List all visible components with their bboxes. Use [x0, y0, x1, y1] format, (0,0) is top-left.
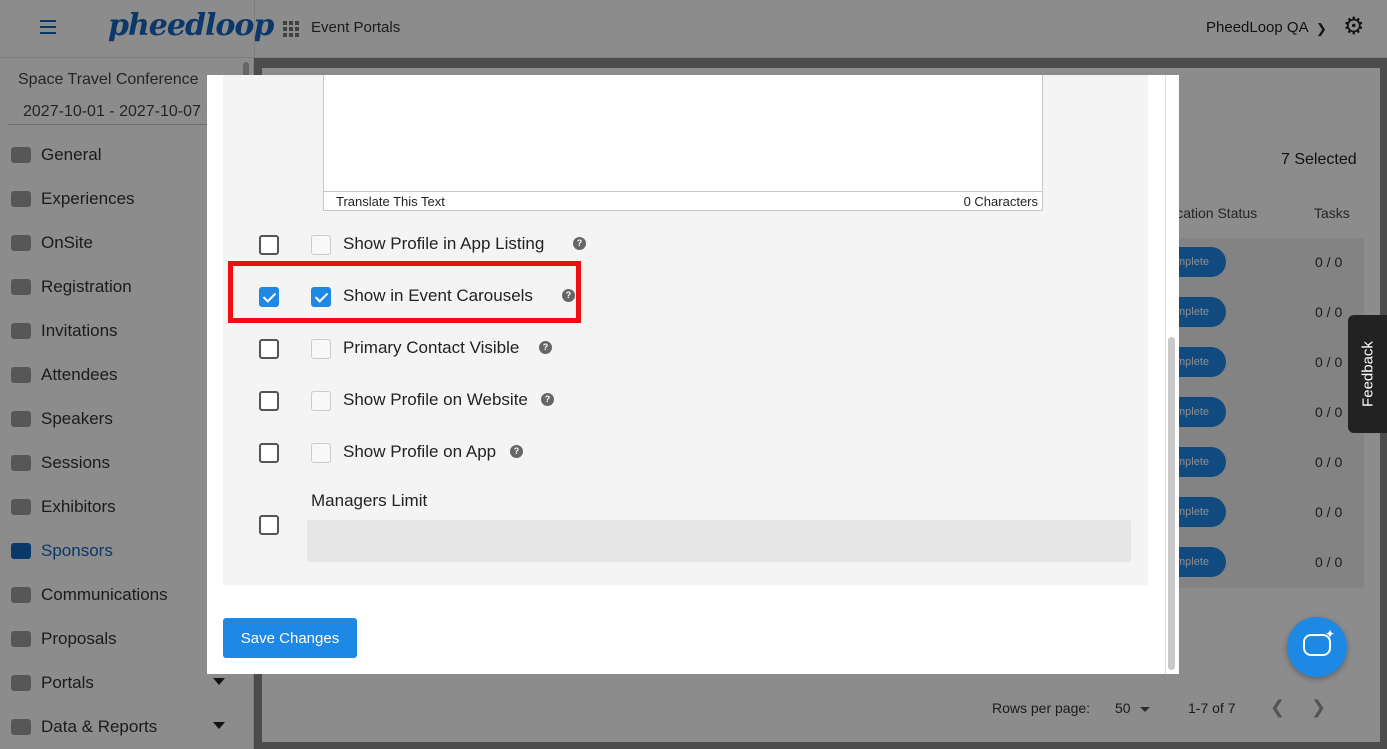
help-icon[interactable]: ?	[573, 237, 586, 250]
row-select-checkbox[interactable]	[259, 339, 279, 359]
save-changes-button[interactable]: Save Changes	[223, 618, 357, 658]
help-icon[interactable]: ?	[539, 341, 552, 354]
modal-scrollbar-thumb[interactable]	[1168, 337, 1175, 670]
managers-limit-input[interactable]	[307, 520, 1131, 562]
option-label: Primary Contact Visible	[343, 338, 520, 357]
option-checkbox[interactable]	[311, 391, 331, 411]
row-select-checkbox[interactable]	[259, 235, 279, 255]
sponsor-settings-modal: Translate This Text 0 Characters Show Pr…	[207, 75, 1179, 674]
character-count: 0 Characters	[963, 194, 1038, 209]
row-select-checkbox[interactable]	[259, 443, 279, 463]
option-checkbox[interactable]	[311, 339, 331, 359]
help-icon[interactable]: ?	[541, 393, 554, 406]
modal-form-panel: Translate This Text 0 Characters Show Pr…	[223, 75, 1148, 585]
feedback-label: Feedback	[1359, 341, 1376, 407]
managers-limit-label: Managers Limit	[311, 491, 428, 510]
help-icon[interactable]: ?	[510, 445, 523, 458]
annotation-highlight-box	[228, 261, 581, 323]
translate-text-link[interactable]: Translate This Text	[336, 194, 445, 209]
feedback-tab[interactable]: Feedback	[1348, 315, 1387, 433]
textarea-footer: Translate This Text 0 Characters	[323, 191, 1043, 211]
option-row: Primary Contact Visible ?	[223, 323, 1148, 375]
row-select-checkbox[interactable]	[259, 515, 279, 535]
option-row: Show Profile on App ?	[223, 427, 1148, 479]
sparkle-icon: ✦	[1325, 627, 1336, 641]
option-row: Show Profile on Website ?	[223, 375, 1148, 427]
chat-button[interactable]: ✦	[1287, 617, 1347, 677]
option-label: Show Profile on App	[343, 442, 497, 461]
option-checkbox[interactable]	[311, 235, 331, 255]
row-select-checkbox[interactable]	[259, 391, 279, 411]
option-label: Show Profile in App Listing	[343, 234, 545, 253]
option-label: Show Profile on Website	[343, 390, 528, 409]
option-checkbox[interactable]	[311, 443, 331, 463]
